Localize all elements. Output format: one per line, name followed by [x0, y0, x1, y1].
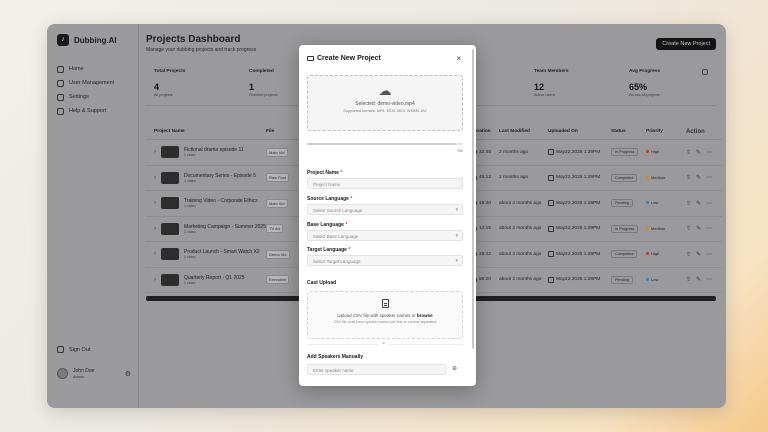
source-language-label: Source Language * — [307, 196, 353, 202]
video-upload-dropzone[interactable]: ☁ Selected: demo-video.mp4 Supported for… — [307, 75, 463, 131]
target-language-label-text: Target Language — [307, 247, 347, 253]
upload-progress-text: 0% — [457, 149, 464, 153]
modal-scrollbar[interactable] — [472, 49, 474, 349]
project-name-label-text: Project Name — [307, 170, 339, 176]
or-divider-text: or — [379, 341, 389, 345]
upload-progress-fill — [307, 143, 456, 145]
cast-upload-dropzone[interactable]: Upload CSV file with speaker names or br… — [307, 291, 463, 339]
document-icon — [381, 299, 389, 308]
base-language-label: Base Language * — [307, 222, 348, 228]
base-language-label-text: Base Language — [307, 222, 344, 228]
source-language-select[interactable]: Select Source Language — [307, 204, 463, 215]
modal-title: Create New Project — [307, 55, 381, 62]
folder-icon — [307, 56, 314, 61]
target-language-select[interactable]: Select Target Language — [307, 255, 463, 266]
add-speaker-icon[interactable]: ⊕ — [452, 365, 457, 372]
project-name-input[interactable]: Project Name — [307, 178, 463, 189]
supported-formats: Supported formats: MP4, MOV, MKV, WEBM, … — [343, 109, 427, 113]
cast-upload-text: Upload CSV file with speaker names or br… — [308, 313, 462, 318]
selected-file: Selected: demo-video.mp4 — [355, 101, 415, 107]
source-language-label-text: Source Language — [307, 196, 349, 202]
base-language-select[interactable]: Select Base Language — [307, 230, 463, 241]
target-language-label: Target Language * — [307, 247, 351, 253]
speakers-label: Add Speakers Manually — [307, 354, 364, 360]
speaker-name-input[interactable]: Enter speaker name — [307, 364, 446, 375]
browse-link[interactable]: browse — [417, 313, 433, 318]
create-project-modal: Create New Project × ☁ Selected: demo-vi… — [299, 45, 476, 386]
upload-progress-bar — [307, 143, 463, 145]
cast-upload-instruction: Upload CSV file with speaker names or — [337, 313, 416, 318]
close-icon[interactable]: × — [456, 54, 461, 63]
project-name-label: Project Name * — [307, 170, 343, 176]
cast-upload-hint: CSV file must have speaker names per lin… — [333, 320, 437, 324]
upload-cloud-icon: ☁ — [378, 83, 392, 98]
cast-upload-label: Cast Upload — [307, 280, 337, 286]
modal-title-text: Create New Project — [317, 55, 381, 62]
